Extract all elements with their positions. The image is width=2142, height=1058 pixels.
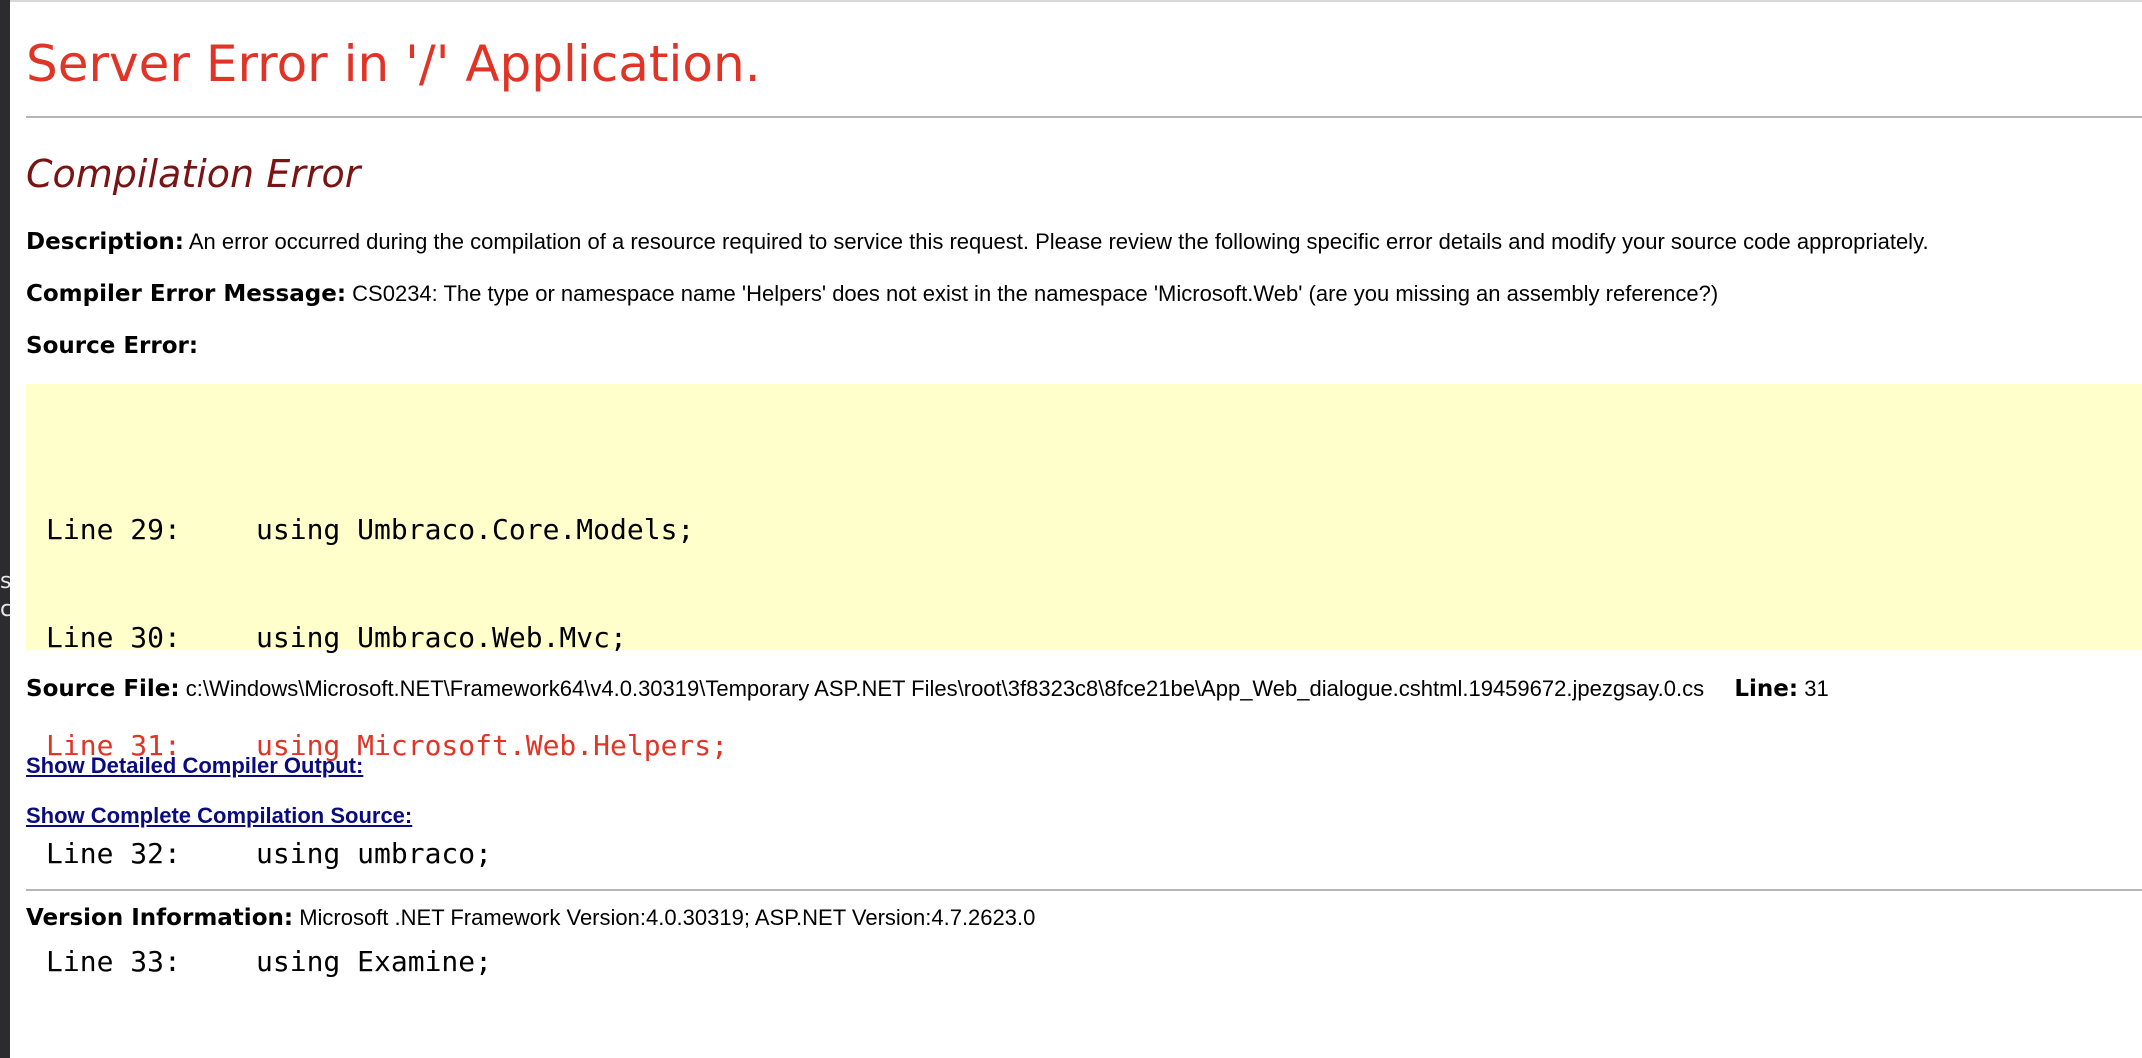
code-line: Line 33: using Examine; bbox=[46, 944, 728, 980]
source-file-label: Source File: bbox=[26, 676, 180, 702]
source-error-label: Source Error: bbox=[26, 333, 199, 359]
line-number: Line 30: bbox=[46, 621, 181, 654]
description-text: An error occurred during the compilation… bbox=[188, 229, 1929, 254]
line-number: Line 32: bbox=[46, 837, 181, 870]
compiler-message-text: CS0234: The type or namespace name 'Help… bbox=[352, 281, 1719, 306]
line-code: using Umbraco.Web.Mvc; bbox=[256, 621, 627, 654]
compiler-message-row: Compiler Error Message: CS0234: The type… bbox=[26, 279, 1718, 309]
source-line-value: 31 bbox=[1804, 676, 1829, 701]
compiler-message-label: Compiler Error Message: bbox=[26, 281, 347, 307]
code-line: Line 32: using umbraco; bbox=[46, 836, 728, 872]
error-type-heading: Compilation Error bbox=[26, 152, 361, 196]
description-row: Description: An error occurred during th… bbox=[26, 227, 1929, 257]
code-line: Line 29: using Umbraco.Core.Models; bbox=[46, 512, 728, 548]
description-label: Description: bbox=[26, 229, 184, 255]
line-number: Line 33: bbox=[46, 945, 181, 978]
version-text: Microsoft .NET Framework Version:4.0.303… bbox=[299, 905, 1036, 930]
source-file-row: Source File: c:\Windows\Microsoft.NET\Fr… bbox=[26, 674, 1829, 704]
line-number: Line 29: bbox=[46, 513, 181, 546]
line-code: using Umbraco.Core.Models; bbox=[256, 513, 695, 546]
page-title: Server Error in '/' Application. bbox=[26, 35, 761, 93]
line-code: using umbraco; bbox=[256, 837, 493, 870]
edge-char: s bbox=[0, 569, 12, 594]
code-line: Line 30: using Umbraco.Web.Mvc; bbox=[46, 620, 728, 656]
source-line-label: Line: bbox=[1734, 676, 1799, 702]
top-divider bbox=[10, 0, 2142, 2]
source-file-path: c:\Windows\Microsoft.NET\Framework64\v4.… bbox=[185, 676, 1705, 701]
version-row: Version Information: Microsoft .NET Fram… bbox=[26, 903, 1035, 933]
line-code: using Examine; bbox=[256, 945, 493, 978]
source-error-row: Source Error: bbox=[26, 331, 198, 361]
title-divider bbox=[26, 116, 2142, 118]
left-window-edge: s c bbox=[0, 0, 13, 1058]
footer-divider bbox=[26, 889, 2142, 891]
show-compilation-source-link[interactable]: Show Complete Compilation Source: bbox=[26, 801, 412, 831]
edge-char: c bbox=[0, 597, 13, 622]
source-code-lines: Line 29: using Umbraco.Core.Models; Line … bbox=[46, 440, 728, 1052]
version-label: Version Information: bbox=[26, 905, 294, 931]
show-compiler-output-link[interactable]: Show Detailed Compiler Output: bbox=[26, 751, 363, 781]
